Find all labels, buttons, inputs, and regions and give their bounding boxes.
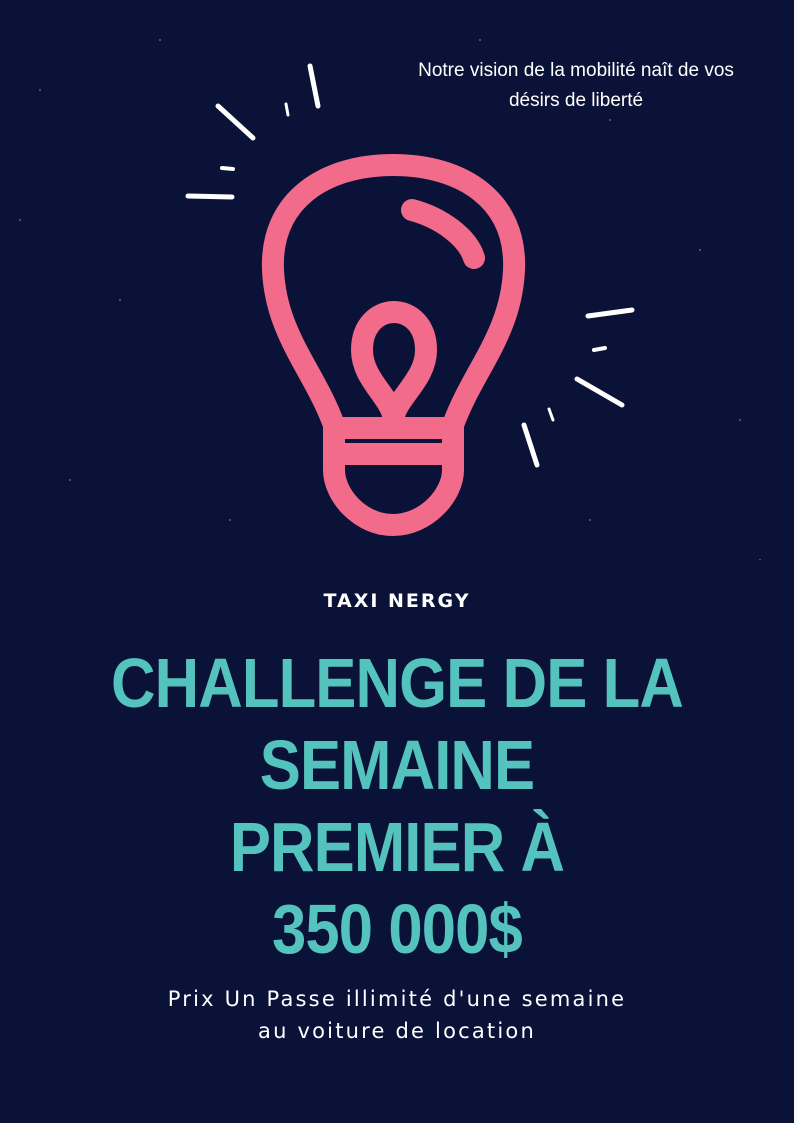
brand-name: TAXI NERGY xyxy=(323,590,471,612)
headline-line-3: PREMIER À xyxy=(229,808,565,886)
tagline-line-1: Notre vision de la mobilité naît de vos xyxy=(418,60,734,81)
spark-lines-right xyxy=(521,307,635,468)
headline-line-2: SEMAINE xyxy=(259,726,535,804)
headline-line-1: CHALLENGE DE LA xyxy=(111,644,684,722)
tagline: Notre vision de la mobilité naît de vos … xyxy=(370,56,782,116)
tagline-line-2: désirs de liberté xyxy=(508,90,644,111)
spark-lines-left xyxy=(185,63,321,200)
lightbulb-icon xyxy=(261,154,526,536)
headline: CHALLENGE DE LA SEMAINE PREMIER À 350 00… xyxy=(48,642,747,970)
prize-line-1: Prix Un Passe illimité d'une semaine xyxy=(167,987,627,1011)
poster: Notre vision de la mobilité naît de vos … xyxy=(0,0,794,1123)
prize-description: Prix Un Passe illimité d'une semaine au … xyxy=(0,983,794,1047)
prize-line-2: au voiture de location xyxy=(258,1019,536,1043)
star-field xyxy=(19,39,761,560)
headline-line-4: 350 000$ xyxy=(272,890,523,968)
